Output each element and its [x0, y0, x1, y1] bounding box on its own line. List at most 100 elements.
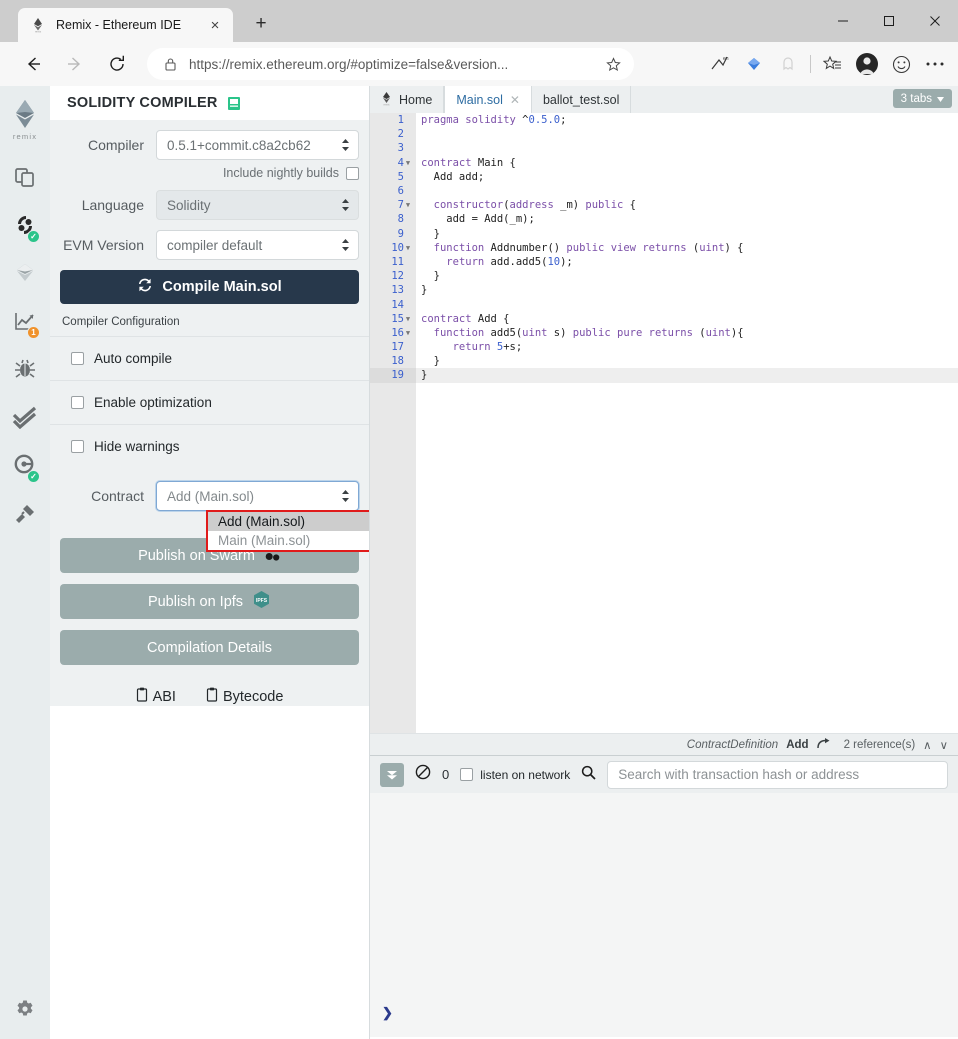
compile-button[interactable]: Compile Main.sol [60, 270, 359, 304]
copy-abi-button[interactable]: ABI [136, 687, 176, 706]
include-nightly-builds-label: Include nightly builds [222, 166, 339, 180]
contract-select-dropdown[interactable]: Add (Main.sol) Main (Main.sol) [206, 510, 369, 552]
settings-gear-icon[interactable] [0, 989, 50, 1029]
code-line[interactable]: add = Add(_m); [416, 212, 958, 226]
collections-icon[interactable]: en [703, 48, 737, 80]
code-line[interactable]: } [416, 227, 958, 241]
contract-option-add[interactable]: Add (Main.sol) [208, 512, 369, 531]
code-line[interactable]: contract Add { [416, 312, 958, 326]
code-line[interactable] [416, 297, 958, 311]
tab-main-sol[interactable]: Main.sol ✕ [444, 86, 532, 113]
refresh-icon [137, 277, 153, 297]
compilation-details-button[interactable]: Compilation Details [60, 630, 359, 665]
code-line[interactable]: } [416, 269, 958, 283]
auto-compile-row[interactable]: Auto compile [50, 336, 369, 380]
double-chevron-down-icon[interactable] [380, 762, 404, 787]
ghost-icon[interactable] [771, 48, 805, 80]
reference-name: Add [786, 738, 809, 751]
tab-count-dropdown[interactable]: 3 tabs [892, 89, 952, 108]
code-line[interactable] [416, 184, 958, 198]
code-line[interactable]: contract Main { [416, 156, 958, 170]
clipboard-icon [136, 687, 148, 706]
contract-select[interactable]: Add (Main.sol) [156, 481, 359, 511]
reload-icon[interactable] [100, 47, 134, 81]
chevron-down-icon [937, 93, 944, 105]
include-nightly-builds-checkbox[interactable] [346, 166, 359, 180]
browser-tab[interactable]: remix Remix - Ethereum IDE × [18, 8, 233, 42]
code-line[interactable] [416, 141, 958, 155]
solidity-unit-testing-icon [12, 405, 38, 434]
sidebar-item-file-explorers[interactable] [0, 155, 50, 203]
gutter-line: 2 [397, 128, 404, 141]
tab-ballot-test-sol[interactable]: ballot_test.sol [531, 86, 632, 113]
search-icon[interactable] [581, 765, 596, 785]
diamond-icon[interactable] [737, 48, 771, 80]
address-bar[interactable]: https://remix.ethereum.org/#optimize=fal… [147, 48, 634, 80]
panel-empty-space [50, 706, 369, 946]
chevron-up-icon[interactable]: ∧ [923, 738, 931, 752]
gutter-line: 5 [397, 170, 404, 183]
code-line[interactable]: Add add; [416, 170, 958, 184]
gutter-line: 18 [391, 355, 404, 368]
favorite-star-icon[interactable] [602, 56, 624, 72]
contract-option-main[interactable]: Main (Main.sol) [208, 531, 369, 550]
sidebar-item-plugin-manager[interactable] [0, 491, 50, 539]
code-line[interactable]: } [416, 354, 958, 368]
chevron-down-icon[interactable]: ∨ [940, 738, 948, 752]
code-line[interactable]: } [416, 368, 958, 383]
no-transactions-icon[interactable] [415, 764, 431, 785]
window-close-icon[interactable] [912, 0, 958, 42]
listen-on-network-row[interactable]: listen on network [460, 768, 570, 782]
remix-logo[interactable]: remix [10, 98, 40, 141]
close-icon[interactable]: ✕ [510, 93, 520, 107]
code-line[interactable]: constructor(address _m) public { [416, 198, 958, 212]
chevron-updown-icon [341, 138, 350, 152]
transaction-count: 0 [442, 767, 450, 782]
copy-bytecode-button[interactable]: Bytecode [206, 687, 283, 706]
contract-select-value: Add (Main.sol) [167, 488, 255, 504]
chevron-updown-icon [341, 489, 350, 503]
listen-on-network-checkbox[interactable] [460, 768, 474, 781]
feedback-smiley-icon[interactable] [884, 48, 918, 80]
code-line[interactable]: function Addnumber() public view returns… [416, 241, 958, 255]
maximize-icon[interactable] [866, 0, 912, 42]
jump-to-reference-icon[interactable] [816, 737, 830, 752]
close-icon[interactable]: × [205, 15, 225, 35]
sidebar-item-deploy-run[interactable]: ✓ [0, 203, 50, 251]
favorites-list-icon[interactable] [816, 48, 850, 80]
enable-optimization-checkbox[interactable] [71, 396, 84, 409]
auto-compile-checkbox[interactable] [71, 352, 84, 365]
language-label: Language [81, 197, 144, 213]
more-options-icon[interactable] [918, 48, 952, 80]
code-line[interactable]: return 5+s; [416, 340, 958, 354]
code-line[interactable]: } [416, 283, 958, 297]
language-select[interactable]: Solidity [156, 190, 359, 220]
new-tab-button[interactable]: + [248, 10, 274, 36]
code-line[interactable] [416, 127, 958, 141]
code-editor[interactable]: 1 2 3 4 ▼ 5 6 7 ▼ 8 9 10 ▼ 11 12 13 14 15 ▼ 16 ▼ 17 18 19 pragm… [370, 113, 958, 733]
file-explorers-icon [13, 165, 37, 194]
evm-version-select[interactable]: compiler default [156, 230, 359, 260]
compiler-version-select[interactable]: 0.5.1+commit.c8a2cb62 [156, 130, 359, 160]
sidebar-item-unit-testing[interactable] [0, 395, 50, 443]
sidebar-item-debugger[interactable] [0, 347, 50, 395]
sidebar-item-solidity-compiler[interactable] [0, 251, 50, 299]
terminal-output[interactable]: ❯ [370, 793, 958, 1037]
back-arrow-icon[interactable] [16, 47, 50, 81]
transaction-search-input[interactable]: Search with transaction hash or address [607, 760, 948, 789]
hide-warnings-row[interactable]: Hide warnings [50, 424, 369, 468]
status-badge-ok: ✓ [27, 470, 40, 483]
code-line[interactable]: pragma solidity ^0.5.0; [416, 113, 958, 127]
sidebar-item-analysis[interactable]: 1 [0, 299, 50, 347]
include-nightly-builds-row[interactable]: Include nightly builds [60, 166, 359, 180]
enable-optimization-row[interactable]: Enable optimization [50, 380, 369, 424]
hide-warnings-checkbox[interactable] [71, 440, 84, 453]
tab-home[interactable]: remix Home [370, 86, 445, 113]
sidebar-item-settings-compiler[interactable]: ✓ [0, 443, 50, 491]
publish-on-ipfs-button[interactable]: Publish on Ipfs IPFS [60, 584, 359, 619]
documentation-book-icon[interactable] [227, 96, 241, 111]
code-line[interactable]: function add5(uint s) public pure return… [416, 326, 958, 340]
profile-avatar[interactable] [850, 48, 884, 80]
code-line[interactable]: return add.add5(10); [416, 255, 958, 269]
minimize-icon[interactable] [820, 0, 866, 42]
